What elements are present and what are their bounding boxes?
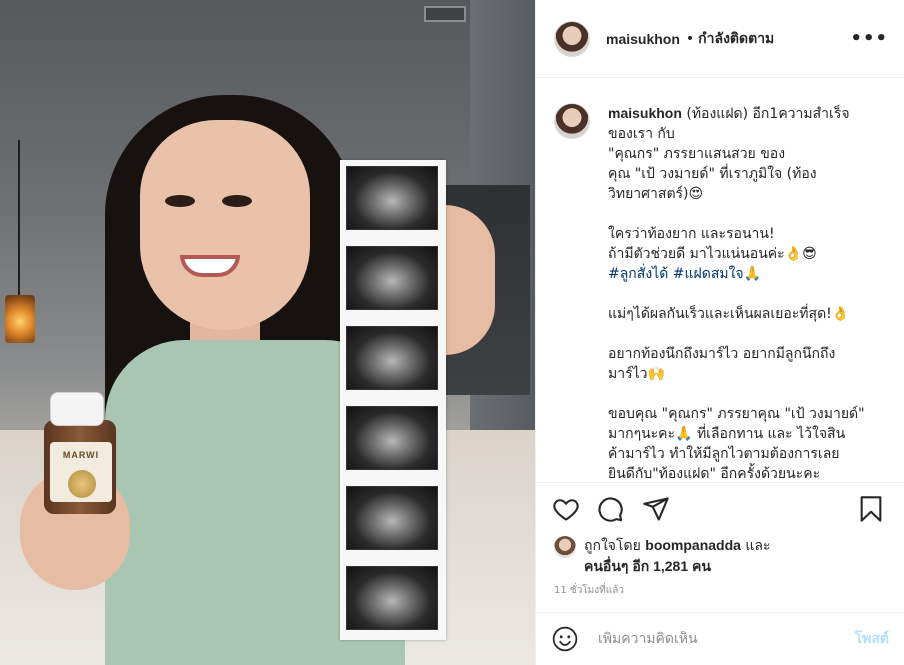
- post-caption: maisukhon (ท้องแฝด) อีก1ความสำเร็จ ของเร…: [608, 103, 888, 482]
- comment-icon[interactable]: [596, 495, 624, 523]
- post-comment-button[interactable]: โพสต์: [855, 628, 889, 650]
- caption-username[interactable]: maisukhon: [608, 105, 682, 121]
- photo-lamp-cord: [18, 140, 20, 300]
- likes-others-link[interactable]: คนอื่นๆ อีก 1,281 คน: [584, 558, 711, 574]
- photo-woman-eye-left: [165, 195, 195, 207]
- header-separator: •: [685, 30, 695, 47]
- photo-ultrasound-strip: [340, 160, 446, 640]
- post-timestamp[interactable]: 11 ชั่วโมงที่แล้ว: [554, 583, 624, 598]
- comments-section[interactable]: maisukhon (ท้องแฝด) อีก1ความสำเร็จ ของเร…: [536, 79, 904, 482]
- post-side-panel: maisukhon • กำลังติดตาม ••• maisukhon (ท…: [535, 0, 904, 665]
- bottle-cap: [50, 392, 104, 426]
- post-photo[interactable]: MARWI: [0, 0, 535, 665]
- comment-input[interactable]: [598, 631, 847, 647]
- bottle-emblem: [68, 470, 96, 498]
- post-actions-section: ถูกใจโดย boompanadda และคนอื่นๆ อีก 1,28…: [536, 482, 904, 612]
- heart-icon[interactable]: [552, 495, 580, 523]
- photo-ceiling-light: [424, 6, 466, 22]
- emoji-icon[interactable]: [552, 626, 578, 652]
- bookmark-icon[interactable]: [857, 495, 885, 523]
- share-icon[interactable]: [642, 495, 670, 523]
- ultrasound-image: [346, 406, 438, 470]
- ultrasound-image: [346, 486, 438, 550]
- author-username[interactable]: maisukhon: [606, 31, 680, 47]
- liker-avatar[interactable]: [554, 536, 576, 558]
- caption-body-continued: 🙏 แม่ๆได้ผลกันเร็วและเห็นผลเยอะที่สุด!👌 …: [608, 266, 865, 482]
- caption-body: (ท้องแฝด) อีก1ความสำเร็จ ของเรา กับ "คุณ…: [608, 106, 850, 262]
- hashtag-link[interactable]: #แฝดสมใจ: [673, 266, 744, 282]
- photo-pendant-lamp: [5, 295, 35, 343]
- bottle-brand-text: MARWI: [62, 450, 100, 460]
- post-header: maisukhon • กำลังติดตาม •••: [536, 0, 904, 78]
- hashtag-link[interactable]: #ลูกสั่งได้: [608, 266, 668, 282]
- ultrasound-image: [346, 246, 438, 310]
- action-bar: [552, 495, 885, 525]
- ultrasound-image: [346, 326, 438, 390]
- caption-author-avatar[interactable]: [554, 103, 590, 139]
- photo-supplement-bottle: MARWI: [44, 392, 120, 514]
- instagram-post: MARWI maisukhon • กำลังติดตาม ••• maisuk…: [0, 0, 904, 665]
- author-avatar[interactable]: [554, 20, 590, 57]
- photo-woman-face: [140, 120, 310, 330]
- add-comment-bar: โพสต์: [536, 612, 904, 665]
- likes-text: ถูกใจโดย boompanadda และคนอื่นๆ อีก 1,28…: [584, 535, 771, 577]
- likes-and: และ: [740, 538, 771, 554]
- photo-woman-eye-right: [222, 195, 252, 207]
- likes-summary: ถูกใจโดย boompanadda และคนอื่นๆ อีก 1,28…: [554, 535, 889, 577]
- more-options-icon[interactable]: •••: [850, 28, 888, 49]
- ultrasound-image: [346, 566, 438, 630]
- following-button[interactable]: กำลังติดตาม: [698, 28, 774, 50]
- likes-prefix: ถูกใจโดย: [584, 538, 646, 554]
- ultrasound-image: [346, 166, 438, 230]
- liker-username[interactable]: boompanadda: [645, 537, 741, 553]
